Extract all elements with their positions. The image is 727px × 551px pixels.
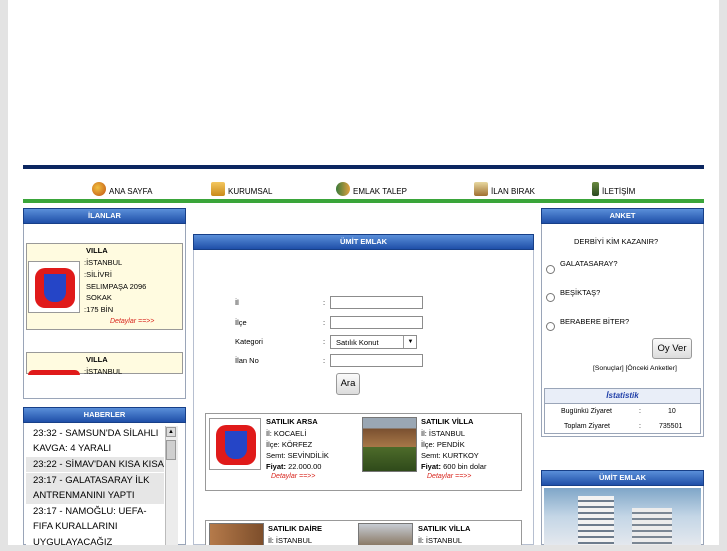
- listing-type: VILLA: [86, 355, 108, 364]
- nav-ana-sayfa[interactable]: ANA SAYFA: [92, 174, 152, 196]
- card-il: İl: İSTANBUL: [268, 536, 313, 545]
- colon: :: [323, 337, 326, 346]
- center-panel: [193, 234, 534, 545]
- ilce-label: İlçe: [235, 318, 247, 327]
- building-photo[interactable]: [544, 488, 701, 545]
- card-details-link[interactable]: Detaylar ==>>: [427, 473, 471, 480]
- card-price: Fiyat: 600 bin dolar: [421, 462, 487, 471]
- today-visits-value: 10: [668, 408, 676, 415]
- nav-label: ANA SAYFA: [109, 187, 153, 196]
- poll-links[interactable]: [Sonuçlar] [Önceki Anketler]: [593, 363, 677, 375]
- phone-icon: [592, 182, 599, 196]
- umit-title: ÜMİT EMLAK: [541, 470, 704, 486]
- poll-option-label[interactable]: BEŞİKTAŞ?: [560, 287, 600, 299]
- today-visits-label: Bugünkü Ziyaret: [561, 408, 612, 415]
- poll-question: DERBİYİ KİM KAZANIR?: [574, 237, 659, 246]
- ilce-input[interactable]: [330, 316, 423, 329]
- colon: :: [639, 408, 641, 415]
- il-input[interactable]: [330, 296, 423, 309]
- anket-title: ANKET: [541, 208, 704, 224]
- header-top-bar: [23, 165, 704, 169]
- search-button[interactable]: Ara: [336, 373, 360, 395]
- users-icon: [336, 182, 350, 196]
- apartment-photo[interactable]: [209, 523, 264, 545]
- il-label: İl: [235, 298, 239, 307]
- colon: :: [323, 298, 326, 307]
- listing-address: SOKAK: [86, 293, 112, 302]
- poll-option-label[interactable]: BERABERE BİTER?: [560, 316, 629, 328]
- umit-logo-icon[interactable]: [209, 418, 261, 470]
- kategori-label: Kategori: [235, 337, 263, 346]
- clipboard-icon: [474, 182, 488, 196]
- page: ANA SAYFA KURUMSAL EMLAK TALEP İLAN BIRA…: [0, 0, 727, 548]
- nav-label: İLAN BIRAK: [491, 187, 536, 196]
- card-il: İl: İSTANBUL: [418, 536, 463, 545]
- header-bottom-bar: [23, 199, 704, 203]
- vote-button[interactable]: Oy Ver: [652, 338, 692, 359]
- building-shape: [578, 496, 614, 545]
- kategori-value: Satılık Konut: [336, 338, 379, 347]
- nav-label: KURUMSAL: [228, 187, 273, 196]
- chevron-down-icon[interactable]: ▼: [403, 336, 417, 348]
- news-item[interactable]: 23:17 - NAMOĞLU: UEFA-: [33, 504, 147, 520]
- listing-city: :İSTANBUL: [84, 258, 123, 267]
- news-item[interactable]: 23:32 - SAMSUN'DA SİLAHLI: [33, 426, 158, 442]
- folder-icon: [211, 182, 225, 196]
- nav-label: İLETİŞİM: [602, 187, 636, 196]
- card-title[interactable]: SATILIK ARSA: [266, 416, 318, 428]
- listing-district: :SİLİVRİ: [84, 270, 112, 279]
- news-item[interactable]: 23:22 - SİMAV'DAN KISA KISA: [33, 457, 164, 473]
- nav-iletisim[interactable]: İLETİŞİM: [592, 174, 635, 196]
- listing-details-link[interactable]: Detaylar ==>>: [110, 318, 154, 325]
- nav-ilan-birak[interactable]: İLAN BIRAK: [474, 174, 535, 196]
- villa-photo[interactable]: [358, 523, 413, 545]
- scroll-thumb[interactable]: [166, 440, 176, 460]
- poll-option-radio[interactable]: [546, 265, 555, 274]
- ilan-no-label: İlan No: [235, 356, 259, 365]
- umit-logo-icon: [28, 261, 80, 313]
- nav-kurumsal[interactable]: KURUMSAL: [211, 174, 272, 196]
- kategori-select[interactable]: Satılık Konut ▼: [330, 335, 417, 349]
- card-details-link[interactable]: Detaylar ==>>: [271, 473, 315, 480]
- villa-photo[interactable]: [362, 417, 417, 472]
- building-shape: [632, 508, 672, 545]
- card-price: Fiyat: 22.000.00: [266, 462, 322, 471]
- umit-logo-icon: [28, 370, 80, 375]
- total-visits-value: 735501: [659, 423, 683, 430]
- center-title: ÜMİT EMLAK: [193, 234, 534, 250]
- poll-option-label[interactable]: GALATASARAY?: [560, 258, 618, 270]
- colon: :: [323, 356, 326, 365]
- card-title[interactable]: SATILIK VİLLA: [418, 523, 470, 535]
- news-item[interactable]: UYGULAYACAĞIZ: [33, 535, 112, 551]
- total-visits-label: Toplam Ziyaret: [564, 423, 610, 430]
- colon: :: [323, 318, 326, 327]
- stats-title: İstatistik: [545, 389, 700, 404]
- nav-label: EMLAK TALEP: [353, 187, 407, 196]
- scroll-up-icon[interactable]: ▲: [166, 427, 176, 437]
- news-item[interactable]: FIFA KURALLARINI: [33, 519, 117, 535]
- card-title[interactable]: SATILIK DAİRE: [268, 523, 322, 535]
- listing-type: VILLA: [86, 246, 108, 255]
- haberler-title: HABERLER: [23, 407, 186, 423]
- news-item[interactable]: 23:17 - GALATASARAY İLK: [33, 473, 150, 489]
- listing-city: :İSTANBUL: [84, 367, 123, 376]
- ilan-no-input[interactable]: [330, 354, 423, 367]
- poll-option-radio[interactable]: [546, 293, 555, 302]
- nav-emlak-talep[interactable]: EMLAK TALEP: [336, 174, 407, 196]
- listing-price: :175 BİN: [84, 305, 114, 314]
- news-item[interactable]: KAVGA: 4 YARALI: [33, 441, 111, 457]
- home-icon: [92, 182, 106, 196]
- ilanlar-title: İLANLAR: [23, 208, 186, 224]
- card-title[interactable]: SATILIK VİLLA: [421, 416, 473, 428]
- news-item[interactable]: ANTRENMANINI YAPTI: [33, 488, 135, 504]
- colon: :: [639, 423, 641, 430]
- poll-option-radio[interactable]: [546, 322, 555, 331]
